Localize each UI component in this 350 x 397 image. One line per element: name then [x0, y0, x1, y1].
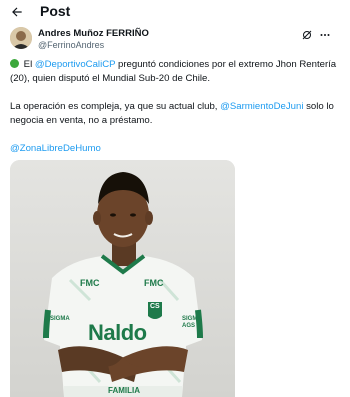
jersey-sponsor-right: FMC [144, 278, 164, 288]
text-segment: La operación es compleja, ya que su actu… [10, 101, 221, 112]
jersey-sleeve-right: SIGMA AGS [182, 316, 202, 329]
page-title: Post [40, 3, 71, 19]
tweet-image[interactable]: FMC FMC CS SIGMA SIGMA AGS Naldo FAMILIA [10, 160, 235, 397]
mention-zona-libre[interactable]: @ZonaLibreDeHumo [10, 143, 101, 154]
jersey-chest-sponsor: Naldo [88, 320, 147, 345]
tweet-paragraph-3: @ZonaLibreDeHumo [10, 142, 340, 156]
tweet-paragraph-2: La operación es compleja, ya que su actu… [10, 100, 340, 128]
grok-icon[interactable] [300, 28, 314, 42]
top-bar: Post [0, 0, 350, 24]
jersey-sponsor-left: FMC [80, 278, 100, 288]
jersey-bottom-text: FAMILIA [108, 386, 140, 395]
avatar[interactable] [10, 27, 32, 49]
author-name[interactable]: Andres Muñoz FERRIÑO [38, 28, 149, 39]
author-handle[interactable]: @FerrinoAndres [38, 40, 104, 50]
back-arrow-icon[interactable] [8, 3, 26, 21]
mention-deportivo-cali[interactable]: @DeportivoCaliCP [35, 59, 115, 70]
tweet-text: El @DeportivoCaliCP preguntó condiciones… [10, 58, 340, 156]
text-segment: El [23, 59, 35, 70]
jersey-sleeve-left: SIGMA [50, 316, 70, 322]
more-options-icon[interactable] [318, 28, 332, 42]
mention-sarmiento[interactable]: @SarmientoDeJuni [220, 101, 303, 112]
green-circle-icon [10, 59, 19, 68]
jersey-crest: CS [150, 303, 160, 310]
tweet-paragraph-1: El @DeportivoCaliCP preguntó condiciones… [10, 58, 340, 86]
